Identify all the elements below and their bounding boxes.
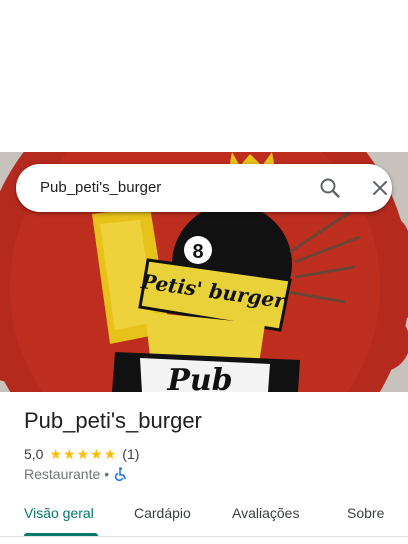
separator-dot: • [104, 466, 110, 482]
search-bar[interactable]: Pub_peti's_burger [16, 164, 392, 212]
pub-text: Pub [166, 363, 232, 392]
tab-overview[interactable]: Visão geral [24, 505, 94, 521]
tab-reviews[interactable]: Avaliações [232, 505, 299, 521]
place-title: Pub_peti's_burger [24, 408, 202, 433]
star-icon: ★ [103, 446, 117, 462]
wheelchair-icon [113, 467, 127, 482]
rating-value: 5,0 [24, 446, 44, 462]
star-rating: ★ ★ ★ ★ ★ [49, 447, 117, 461]
ball-number: 8 [192, 241, 203, 263]
rating-row[interactable]: 5,0 ★ ★ ★ ★ ★ (1) [24, 445, 139, 463]
star-icon: ★ [63, 446, 76, 462]
search-icon[interactable] [318, 176, 342, 200]
tabs-divider [0, 536, 408, 537]
search-input[interactable]: Pub_peti's_burger [40, 179, 161, 196]
place-tabs: Visão geral Cardápio Avaliações Sobre [0, 494, 408, 538]
tab-about[interactable]: Sobre [347, 505, 384, 521]
tab-menu[interactable]: Cardápio [134, 505, 191, 521]
star-icon: ★ [90, 446, 103, 462]
map-blank-area [0, 0, 408, 152]
star-icon: ★ [76, 446, 90, 462]
review-count[interactable]: (1) [122, 446, 139, 462]
close-icon[interactable] [368, 176, 392, 200]
category-row: Restaurante • [24, 465, 127, 483]
star-icon: ★ [49, 446, 63, 462]
category-label: Restaurante [24, 466, 101, 482]
